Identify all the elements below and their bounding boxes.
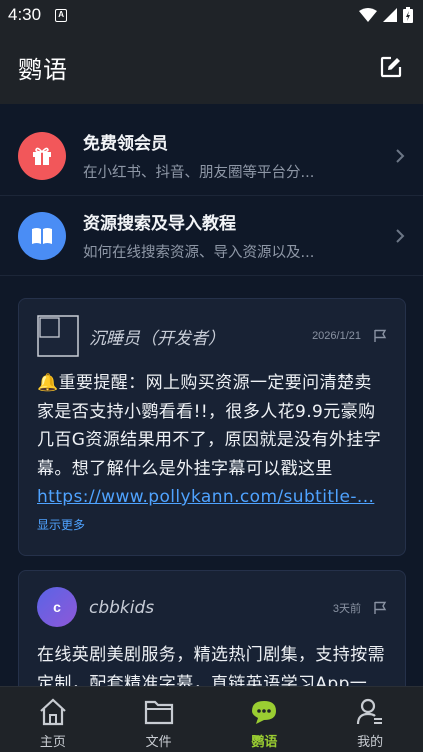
post-text: 🔔重要提醒：网上购买资源一定要问清楚卖家是否支持小鹦看看!!，很多人花9.9元豪… <box>37 373 382 479</box>
tab-label: 我的 <box>357 735 384 750</box>
app-header: 鹦语 <box>0 30 423 104</box>
status-icons <box>359 7 413 23</box>
promo-list: 免费领会员 在小红书、抖音、朋友圈等平台分... 资源搜索及导入教程 如何在线搜… <box>0 116 423 276</box>
post-date: 2026/1/21 <box>312 330 361 342</box>
promo-item-tutorial[interactable]: 资源搜索及导入教程 如何在线搜索资源、导入资源以及... <box>0 196 423 276</box>
tab-label: 文件 <box>145 735 172 750</box>
book-icon <box>18 211 66 260</box>
post-body: 🔔重要提醒：网上购买资源一定要问清楚卖家是否支持小鹦看看!!，很多人花9.9元豪… <box>37 369 387 512</box>
promo-title: 免费领会员 <box>83 134 168 154</box>
notification-icon: A <box>55 8 68 22</box>
chevron-right-icon <box>387 148 405 164</box>
gift-icon <box>18 131 66 180</box>
flag-icon[interactable] <box>373 329 387 343</box>
show-more-button[interactable]: 显示更多 <box>37 516 387 533</box>
avatar-letter: c <box>37 587 77 627</box>
avatar[interactable]: c <box>37 587 79 629</box>
tab-label: 鹦语 <box>251 735 278 750</box>
home-icon <box>38 697 68 727</box>
tab-files[interactable]: 文件 <box>106 687 212 752</box>
post-author[interactable]: cbbkids <box>89 598 333 618</box>
promo-item-free-vip[interactable]: 免费领会员 在小红书、抖音、朋友圈等平台分... <box>0 116 423 196</box>
status-bar: 4:30 A <box>0 0 423 30</box>
page-title: 鹦语 <box>18 55 68 84</box>
tab-profile[interactable]: 我的 <box>317 687 423 752</box>
promo-title: 资源搜索及导入教程 <box>83 214 236 234</box>
post-card: 沉睡员（开发者） 2026/1/21 🔔重要提醒：网上购买资源一定要问清楚卖家是… <box>18 298 406 556</box>
post-date: 3天前 <box>332 603 361 615</box>
folder-icon <box>144 697 174 727</box>
chevron-right-icon <box>387 228 405 244</box>
edit-post-button[interactable] <box>377 53 405 81</box>
post-author[interactable]: 沉睡员（开发者） <box>89 324 312 349</box>
tab-home[interactable]: 主页 <box>0 687 106 752</box>
promo-subtitle: 如何在线搜索资源、导入资源以及... <box>83 245 315 261</box>
status-time: 4:30 <box>8 5 42 24</box>
promo-subtitle: 在小红书、抖音、朋友圈等平台分... <box>83 165 315 181</box>
edit-icon <box>380 56 402 78</box>
battery-icon <box>403 7 413 23</box>
signal-icon <box>383 8 397 22</box>
flag-icon[interactable] <box>373 601 387 615</box>
wifi-icon <box>359 8 377 22</box>
bottom-tab-bar: 主页 文件 鹦语 我的 <box>0 686 423 752</box>
tab-label: 主页 <box>39 735 66 750</box>
tab-yingyu[interactable]: 鹦语 <box>212 687 318 752</box>
post-link[interactable]: https://www.pollykann.com/subtitle-... <box>37 483 387 512</box>
chat-icon <box>249 697 279 727</box>
profile-icon <box>355 697 385 727</box>
avatar[interactable] <box>37 315 79 357</box>
